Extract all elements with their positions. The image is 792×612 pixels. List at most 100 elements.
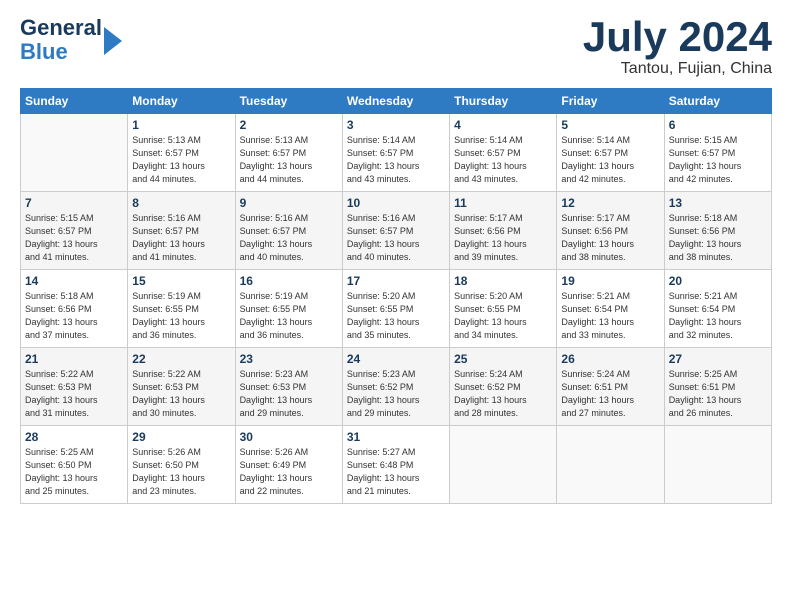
calendar-cell: 1 Sunrise: 5:13 AM Sunset: 6:57 PM Daylig… [128, 114, 235, 192]
day-info: Sunrise: 5:20 AM Sunset: 6:55 PM Dayligh… [454, 290, 552, 342]
calendar-table: SundayMondayTuesdayWednesdayThursdayFrid… [20, 88, 772, 504]
logo-name: General Blue [20, 16, 102, 64]
location-subtitle: Tantou, Fujian, China [583, 60, 772, 78]
calendar-cell: 26Sunrise: 5:24 AM Sunset: 6:51 PM Dayli… [557, 348, 664, 426]
day-info: Sunrise: 5:24 AM Sunset: 6:52 PM Dayligh… [454, 368, 552, 420]
day-info: Sunrise: 5:21 AM Sunset: 6:54 PM Dayligh… [561, 290, 659, 342]
calendar-cell: 9 Sunrise: 5:16 AM Sunset: 6:57 PM Daylig… [235, 192, 342, 270]
day-info: Sunrise: 5:26 AM Sunset: 6:50 PM Dayligh… [132, 446, 230, 498]
logo-text-block: General Blue [20, 16, 122, 64]
day-number: 29 [132, 430, 230, 444]
day-number: 8 [132, 196, 230, 210]
day-number: 6 [669, 118, 767, 132]
month-title: July 2024 [583, 16, 772, 58]
day-info: Sunrise: 5:15 AM Sunset: 6:57 PM Dayligh… [669, 134, 767, 186]
day-number: 23 [240, 352, 338, 366]
day-number: 16 [240, 274, 338, 288]
day-info: Sunrise: 5:21 AM Sunset: 6:54 PM Dayligh… [669, 290, 767, 342]
day-number: 28 [25, 430, 123, 444]
calendar-cell: 17Sunrise: 5:20 AM Sunset: 6:55 PM Dayli… [342, 270, 449, 348]
calendar-week-row: 1 Sunrise: 5:13 AM Sunset: 6:57 PM Daylig… [21, 114, 772, 192]
day-info: Sunrise: 5:15 AM Sunset: 6:57 PM Dayligh… [25, 212, 123, 264]
calendar-cell: 23 Sunrise: 5:23 AM Sunset: 6:53 PM Dayli… [235, 348, 342, 426]
day-info: Sunrise: 5:14 AM Sunset: 6:57 PM Dayligh… [561, 134, 659, 186]
calendar-cell: 13 Sunrise: 5:18 AM Sunset: 6:56 PM Dayli… [664, 192, 771, 270]
calendar-cell: 29 Sunrise: 5:26 AM Sunset: 6:50 PM Dayli… [128, 426, 235, 504]
day-info: Sunrise: 5:19 AM Sunset: 6:55 PM Dayligh… [240, 290, 338, 342]
day-number: 20 [669, 274, 767, 288]
day-info: Sunrise: 5:22 AM Sunset: 6:53 PM Dayligh… [132, 368, 230, 420]
day-number: 13 [669, 196, 767, 210]
day-number: 15 [132, 274, 230, 288]
calendar-cell: 5 Sunrise: 5:14 AM Sunset: 6:57 PM Daylig… [557, 114, 664, 192]
day-info: Sunrise: 5:17 AM Sunset: 6:56 PM Dayligh… [454, 212, 552, 264]
day-info: Sunrise: 5:14 AM Sunset: 6:57 PM Dayligh… [347, 134, 445, 186]
day-number: 18 [454, 274, 552, 288]
calendar-week-row: 14 Sunrise: 5:18 AM Sunset: 6:56 PM Dayli… [21, 270, 772, 348]
day-info: Sunrise: 5:16 AM Sunset: 6:57 PM Dayligh… [347, 212, 445, 264]
day-info: Sunrise: 5:18 AM Sunset: 6:56 PM Dayligh… [669, 212, 767, 264]
calendar-cell: 27 Sunrise: 5:25 AM Sunset: 6:51 PM Dayli… [664, 348, 771, 426]
day-info: Sunrise: 5:26 AM Sunset: 6:49 PM Dayligh… [240, 446, 338, 498]
title-block: July 2024 Tantou, Fujian, China [583, 16, 772, 78]
calendar-cell: 21 Sunrise: 5:22 AM Sunset: 6:53 PM Dayli… [21, 348, 128, 426]
day-number: 1 [132, 118, 230, 132]
day-number: 5 [561, 118, 659, 132]
day-number: 21 [25, 352, 123, 366]
day-number: 9 [240, 196, 338, 210]
calendar-body: 1 Sunrise: 5:13 AM Sunset: 6:57 PM Daylig… [21, 114, 772, 504]
day-number: 7 [25, 196, 123, 210]
weekday-header-tuesday: Tuesday [235, 89, 342, 114]
day-info: Sunrise: 5:25 AM Sunset: 6:51 PM Dayligh… [669, 368, 767, 420]
calendar-cell: 28 Sunrise: 5:25 AM Sunset: 6:50 PM Dayli… [21, 426, 128, 504]
calendar-cell: 22 Sunrise: 5:22 AM Sunset: 6:53 PM Dayli… [128, 348, 235, 426]
logo-arrow-icon [104, 27, 122, 55]
calendar-cell: 8Sunrise: 5:16 AM Sunset: 6:57 PM Daylig… [128, 192, 235, 270]
calendar-cell: 18 Sunrise: 5:20 AM Sunset: 6:55 PM Dayli… [450, 270, 557, 348]
day-info: Sunrise: 5:25 AM Sunset: 6:50 PM Dayligh… [25, 446, 123, 498]
day-info: Sunrise: 5:23 AM Sunset: 6:52 PM Dayligh… [347, 368, 445, 420]
day-number: 10 [347, 196, 445, 210]
header: General Blue July 2024 Tantou, Fujian, C… [20, 16, 772, 78]
calendar-cell: 10 Sunrise: 5:16 AM Sunset: 6:57 PM Dayli… [342, 192, 449, 270]
day-number: 12 [561, 196, 659, 210]
day-info: Sunrise: 5:14 AM Sunset: 6:57 PM Dayligh… [454, 134, 552, 186]
calendar-week-row: 28 Sunrise: 5:25 AM Sunset: 6:50 PM Dayli… [21, 426, 772, 504]
calendar-cell: 31Sunrise: 5:27 AM Sunset: 6:48 PM Dayli… [342, 426, 449, 504]
weekday-header-row: SundayMondayTuesdayWednesdayThursdayFrid… [21, 89, 772, 114]
day-number: 27 [669, 352, 767, 366]
weekday-header-wednesday: Wednesday [342, 89, 449, 114]
day-number: 19 [561, 274, 659, 288]
day-info: Sunrise: 5:19 AM Sunset: 6:55 PM Dayligh… [132, 290, 230, 342]
calendar-cell: 16 Sunrise: 5:19 AM Sunset: 6:55 PM Dayli… [235, 270, 342, 348]
calendar-cell: 30 Sunrise: 5:26 AM Sunset: 6:49 PM Dayli… [235, 426, 342, 504]
day-number: 30 [240, 430, 338, 444]
day-info: Sunrise: 5:13 AM Sunset: 6:57 PM Dayligh… [132, 134, 230, 186]
calendar-cell [664, 426, 771, 504]
calendar-cell: 7 Sunrise: 5:15 AM Sunset: 6:57 PM Daylig… [21, 192, 128, 270]
day-info: Sunrise: 5:16 AM Sunset: 6:57 PM Dayligh… [240, 212, 338, 264]
day-number: 31 [347, 430, 445, 444]
weekday-header-saturday: Saturday [664, 89, 771, 114]
day-number: 22 [132, 352, 230, 366]
calendar-header: SundayMondayTuesdayWednesdayThursdayFrid… [21, 89, 772, 114]
calendar-cell: 2Sunrise: 5:13 AM Sunset: 6:57 PM Daylig… [235, 114, 342, 192]
calendar-week-row: 21 Sunrise: 5:22 AM Sunset: 6:53 PM Dayli… [21, 348, 772, 426]
calendar-cell [21, 114, 128, 192]
day-number: 25 [454, 352, 552, 366]
day-info: Sunrise: 5:18 AM Sunset: 6:56 PM Dayligh… [25, 290, 123, 342]
calendar-cell: 12Sunrise: 5:17 AM Sunset: 6:56 PM Dayli… [557, 192, 664, 270]
calendar-cell: 4 Sunrise: 5:14 AM Sunset: 6:57 PM Daylig… [450, 114, 557, 192]
day-info: Sunrise: 5:23 AM Sunset: 6:53 PM Dayligh… [240, 368, 338, 420]
day-number: 24 [347, 352, 445, 366]
calendar-week-row: 7 Sunrise: 5:15 AM Sunset: 6:57 PM Daylig… [21, 192, 772, 270]
calendar-cell: 6 Sunrise: 5:15 AM Sunset: 6:57 PM Daylig… [664, 114, 771, 192]
day-number: 17 [347, 274, 445, 288]
day-info: Sunrise: 5:22 AM Sunset: 6:53 PM Dayligh… [25, 368, 123, 420]
calendar-cell: 3Sunrise: 5:14 AM Sunset: 6:57 PM Daylig… [342, 114, 449, 192]
weekday-header-sunday: Sunday [21, 89, 128, 114]
day-number: 14 [25, 274, 123, 288]
weekday-header-thursday: Thursday [450, 89, 557, 114]
day-number: 4 [454, 118, 552, 132]
day-info: Sunrise: 5:24 AM Sunset: 6:51 PM Dayligh… [561, 368, 659, 420]
